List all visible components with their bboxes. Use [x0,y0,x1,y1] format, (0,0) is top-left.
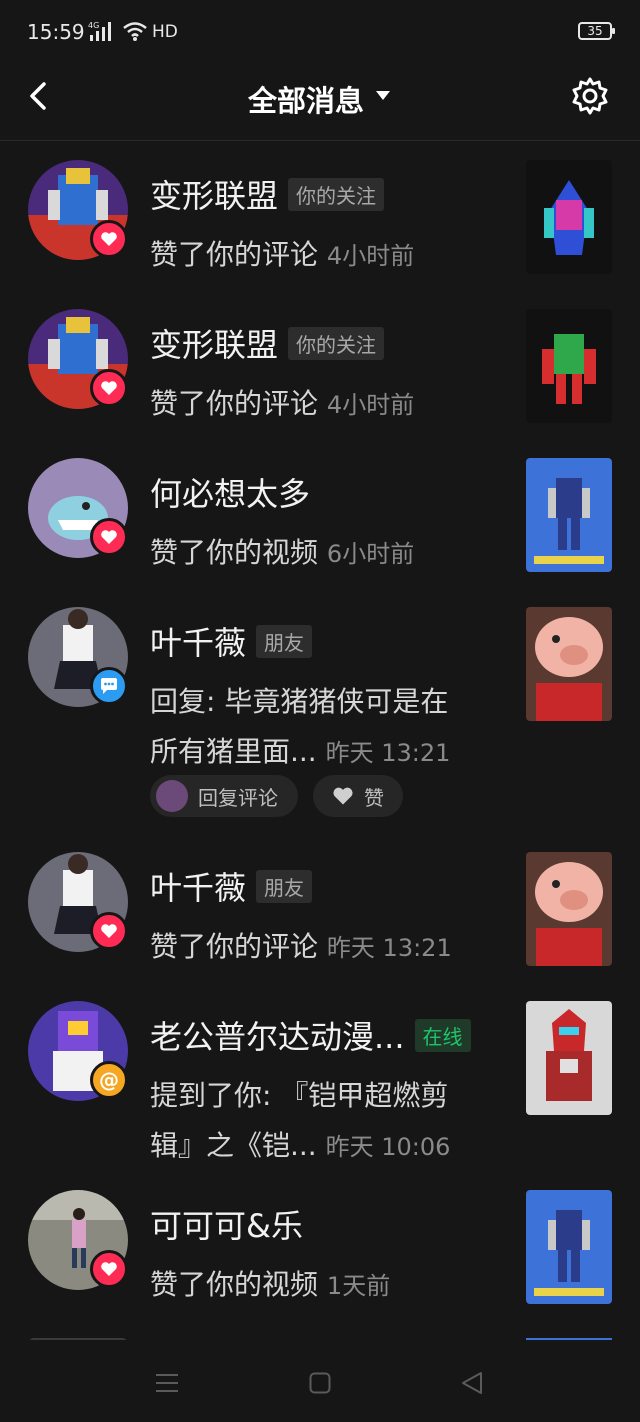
signal-icon: 4G [88,21,111,41]
video-thumbnail[interactable] [526,1190,612,1304]
timestamp: 昨天 10:06 [325,1133,451,1161]
like-badge [90,518,128,556]
online-tag: 在线 [414,1018,471,1052]
status-bar: 15:59 4G HD 35 [0,0,640,64]
gear-icon[interactable] [570,76,610,116]
caret-down-icon[interactable] [376,91,390,100]
relation-tag: 朋友 [256,869,313,903]
message-item[interactable]: 变形联盟 你的关注 赞了你的评论 4小时前 [0,309,640,424]
video-thumbnail[interactable] [526,458,612,572]
user-name[interactable]: 变形联盟 [150,320,278,366]
wifi-icon [123,22,147,41]
svg-text:4G: 4G [88,21,99,30]
battery-indicator: 35 [578,22,615,40]
comment-badge [90,667,128,705]
timestamp: 6小时前 [326,540,415,568]
page-title[interactable]: 全部消息 [248,78,364,120]
message-text: 回复: 毕竟猪猪侠可是在 所有猪里面... 昨天 13:21 [150,685,451,768]
video-thumbnail[interactable] [526,309,612,423]
heart-icon [333,787,353,805]
reply-comment-button[interactable]: 回复评论 [150,775,298,817]
message-text: 提到了你: 『铠甲超燃剪 辑』之《铠... 昨天 10:06 [150,1079,451,1162]
video-thumbnail[interactable] [526,607,612,721]
heart-icon [101,924,117,938]
menu-icon[interactable] [155,1372,179,1394]
like-button[interactable]: 赞 [313,775,403,817]
like-badge [90,220,128,258]
at-icon: @ [99,1068,119,1092]
video-thumbnail[interactable] [526,160,612,274]
timestamp: 4小时前 [326,242,415,270]
relation-tag: 你的关注 [288,326,385,360]
message-item[interactable]: 变形联盟 你的关注 赞了你的评论 4小时前 [0,160,640,275]
message-text: 赞了你的视频 1天前 [150,1268,391,1301]
user-name[interactable]: 可可可&乐 [150,1201,303,1247]
system-nav-bar [0,1340,640,1422]
avatar [156,780,188,812]
comment-icon [101,678,117,694]
mention-badge: @ [90,1061,128,1099]
message-item[interactable]: 叶千薇 朋友 回复: 毕竟猪猪侠可是在 所有猪里面... 昨天 13:21 回复… [0,607,640,822]
relation-tag: 你的关注 [288,177,385,211]
back-nav-icon[interactable] [460,1371,484,1395]
status-time: 15:59 [27,20,85,44]
nav-bar: 全部消息 [0,64,640,141]
heart-icon [101,530,117,544]
heart-icon [101,232,117,246]
message-text: 赞了你的视频 6小时前 [150,536,415,569]
like-badge [90,369,128,407]
message-text: 赞了你的评论 4小时前 [150,238,415,271]
heart-icon [101,1262,117,1276]
message-text: 赞了你的评论 昨天 13:21 [150,930,452,963]
message-item[interactable]: 叶千薇 朋友 赞了你的评论 昨天 13:21 [0,852,640,967]
timestamp: 昨天 13:21 [326,934,452,962]
user-name[interactable]: 叶千薇 [150,618,246,664]
user-name[interactable]: 变形联盟 [150,171,278,217]
hd-indicator: HD [152,22,178,42]
relation-tag: 朋友 [256,624,313,658]
user-name[interactable]: 叶千薇 [150,863,246,909]
like-badge [90,1250,128,1288]
message-item[interactable]: @ 老公普尔达动漫... 在线 提到了你: 『铠甲超燃剪 辑』之《铠... 昨天… [0,1001,640,1162]
like-badge [90,912,128,950]
message-item[interactable]: 何必想太多 赞了你的视频 6小时前 [0,458,640,573]
heart-icon [101,381,117,395]
timestamp: 4小时前 [326,391,415,419]
timestamp: 昨天 13:21 [325,739,451,767]
timestamp: 1天前 [326,1272,391,1300]
home-icon[interactable] [309,1372,331,1394]
user-name[interactable]: 老公普尔达动漫... [150,1012,405,1058]
video-thumbnail[interactable] [526,1001,612,1115]
back-icon[interactable] [22,78,58,114]
message-text: 赞了你的评论 4小时前 [150,387,415,420]
user-name[interactable]: 何必想太多 [150,469,310,515]
message-item[interactable]: 可可可&乐 赞了你的视频 1天前 [0,1190,640,1305]
video-thumbnail[interactable] [526,852,612,966]
